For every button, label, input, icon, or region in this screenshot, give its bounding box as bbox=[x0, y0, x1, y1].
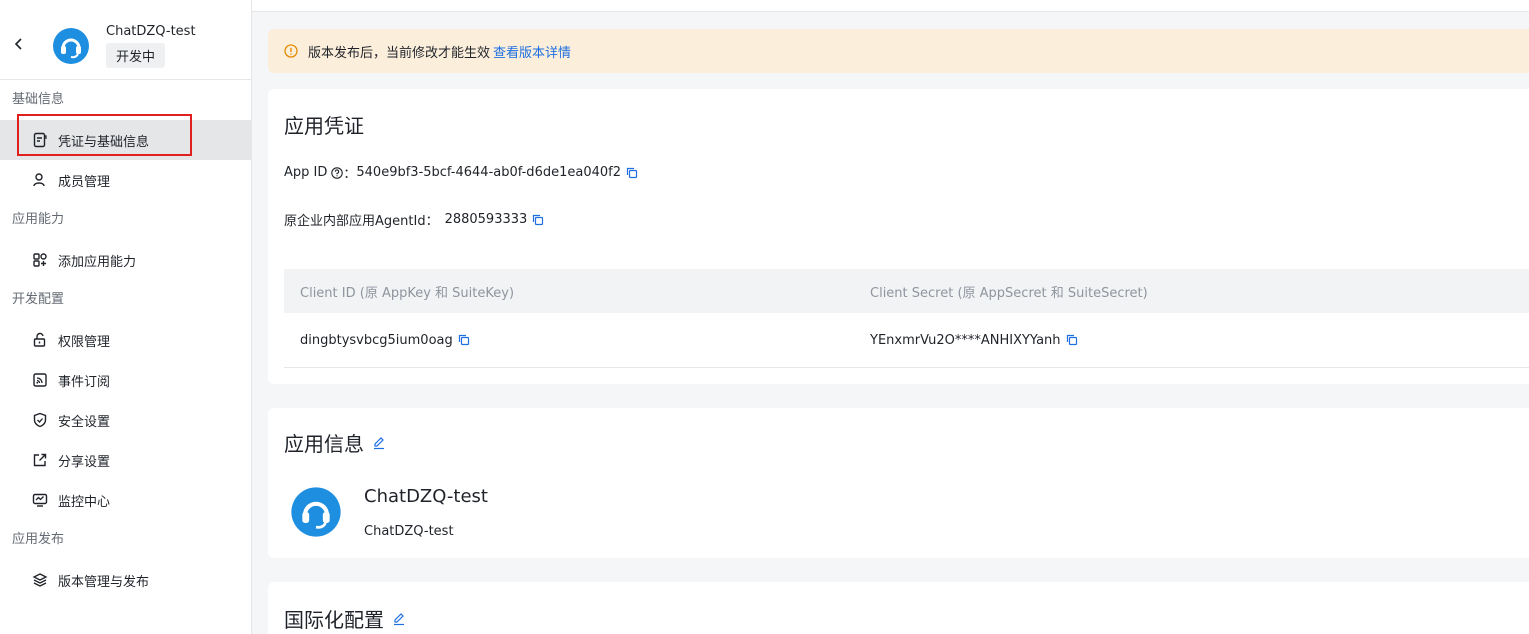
client-credentials-table: Client ID (原 AppKey 和 SuiteKey) Client S… bbox=[284, 269, 1529, 368]
sidebar-item-label: 监控中心 bbox=[58, 494, 111, 510]
sidebar-item-label: 凭证与基础信息 bbox=[58, 134, 150, 150]
i18n-title: 国际化配置 bbox=[284, 604, 406, 633]
app-id-value: 540e9bf3-5bcf-4644-ab0f-d6de1ea040f2 bbox=[356, 165, 621, 180]
sidebar: ChatDZQ-test 开发中 基础信息 凭证与基础信息 成员管理 应用能力 … bbox=[0, 0, 252, 634]
sidebar-item-versions[interactable]: 版本管理与发布 bbox=[0, 560, 251, 600]
sidebar-item-events[interactable]: 事件订阅 bbox=[0, 360, 251, 400]
app-info-name: ChatDZQ-test bbox=[364, 486, 488, 507]
publish-notice: 版本发布后，当前修改才能生效 查看版本详情 bbox=[268, 29, 1529, 73]
nav-group-publish: 应用发布 bbox=[12, 532, 65, 547]
copy-icon[interactable] bbox=[1066, 334, 1078, 346]
edit-icon[interactable] bbox=[392, 612, 406, 626]
sidebar-item-label: 添加应用能力 bbox=[58, 254, 137, 270]
app-id-row: App ID ： 540e9bf3-5bcf-4644-ab0f-d6de1ea… bbox=[284, 163, 638, 182]
sidebar-item-label: 安全设置 bbox=[58, 414, 111, 430]
credentials-title: 应用凭证 bbox=[284, 110, 364, 139]
i18n-title-text: 国际化配置 bbox=[284, 608, 384, 632]
back-arrow-icon[interactable] bbox=[12, 36, 26, 50]
i18n-card: 国际化配置 bbox=[268, 582, 1529, 634]
rss-icon bbox=[32, 372, 48, 388]
app-info-desc: ChatDZQ-test bbox=[364, 524, 454, 539]
app-logo-icon bbox=[52, 27, 90, 65]
notice-text: 版本发布后，当前修改才能生效 bbox=[308, 45, 491, 61]
app-name: ChatDZQ-test bbox=[106, 24, 196, 39]
sidebar-item-label: 分享设置 bbox=[58, 454, 111, 470]
shield-icon bbox=[32, 412, 48, 428]
nav-group-dev: 开发配置 bbox=[12, 292, 65, 307]
grid-plus-icon bbox=[32, 252, 48, 268]
table-row: dingbtysvbcg5ium0oag YEnxmrVu2O****ANHIX… bbox=[284, 313, 1529, 368]
info-icon bbox=[284, 44, 298, 58]
sidebar-item-credentials[interactable]: 凭证与基础信息 bbox=[0, 120, 251, 160]
client-id-cell: dingbtysvbcg5ium0oag bbox=[284, 333, 870, 348]
app-info-card: 应用信息 ChatDZQ-test ChatDZQ-test bbox=[268, 408, 1529, 558]
client-id-value: dingbtysvbcg5ium0oag bbox=[300, 332, 453, 348]
app-info-title-text: 应用信息 bbox=[284, 432, 364, 456]
user-icon bbox=[32, 172, 48, 188]
layers-icon bbox=[32, 572, 48, 588]
sidebar-item-add-capability[interactable]: 添加应用能力 bbox=[0, 240, 251, 280]
sidebar-item-label: 事件订阅 bbox=[58, 374, 111, 390]
app-info-title: 应用信息 bbox=[284, 428, 386, 457]
nav-group-capability: 应用能力 bbox=[12, 212, 65, 227]
nav-group-basic: 基础信息 bbox=[12, 92, 65, 107]
share-icon bbox=[32, 452, 48, 468]
credentials-title-text: 应用凭证 bbox=[284, 114, 364, 138]
monitor-icon bbox=[32, 492, 48, 508]
app-header: ChatDZQ-test 开发中 bbox=[0, 0, 251, 80]
client-secret-value: YEnxmrVu2O****ANHIXYYanh bbox=[870, 332, 1061, 348]
view-version-link[interactable]: 查看版本详情 bbox=[493, 42, 571, 61]
sidebar-item-label: 版本管理与发布 bbox=[58, 574, 150, 590]
sidebar-item-security[interactable]: 安全设置 bbox=[0, 400, 251, 440]
document-icon bbox=[32, 132, 48, 148]
sidebar-item-share[interactable]: 分享设置 bbox=[0, 440, 251, 480]
lock-icon bbox=[32, 332, 48, 348]
app-id-sep: ： bbox=[343, 167, 357, 182]
app-status-badge: 开发中 bbox=[106, 43, 166, 68]
header-client-secret: Client Secret (原 AppSecret 和 SuiteSecret… bbox=[870, 285, 1148, 301]
app-id-label: App ID bbox=[284, 165, 328, 180]
header-client-id: Client ID (原 AppKey 和 SuiteKey) bbox=[300, 285, 515, 301]
copy-icon[interactable] bbox=[626, 167, 638, 179]
sidebar-item-permissions[interactable]: 权限管理 bbox=[0, 320, 251, 360]
copy-icon[interactable] bbox=[458, 334, 470, 346]
table-header: Client ID (原 AppKey 和 SuiteKey) Client S… bbox=[284, 269, 1529, 313]
sidebar-item-members[interactable]: 成员管理 bbox=[0, 160, 251, 200]
agent-id-value: 2880593333 bbox=[444, 212, 528, 227]
copy-icon[interactable] bbox=[532, 214, 544, 226]
help-icon[interactable] bbox=[331, 166, 344, 179]
edit-icon[interactable] bbox=[372, 436, 386, 450]
sidebar-item-monitor[interactable]: 监控中心 bbox=[0, 480, 251, 520]
app-logo-icon bbox=[290, 486, 342, 538]
top-bar bbox=[252, 0, 1529, 12]
agent-id-row: 原企业内部应用AgentId： 2880593333 bbox=[284, 210, 544, 229]
sidebar-item-label: 权限管理 bbox=[58, 334, 111, 350]
sidebar-item-label: 成员管理 bbox=[58, 174, 111, 190]
client-secret-cell: YEnxmrVu2O****ANHIXYYanh bbox=[870, 333, 1529, 348]
credentials-card: 应用凭证 App ID ： 540e9bf3-5bcf-4644-ab0f-d6… bbox=[268, 89, 1529, 384]
agent-id-label: 原企业内部应用AgentId： bbox=[284, 214, 439, 229]
